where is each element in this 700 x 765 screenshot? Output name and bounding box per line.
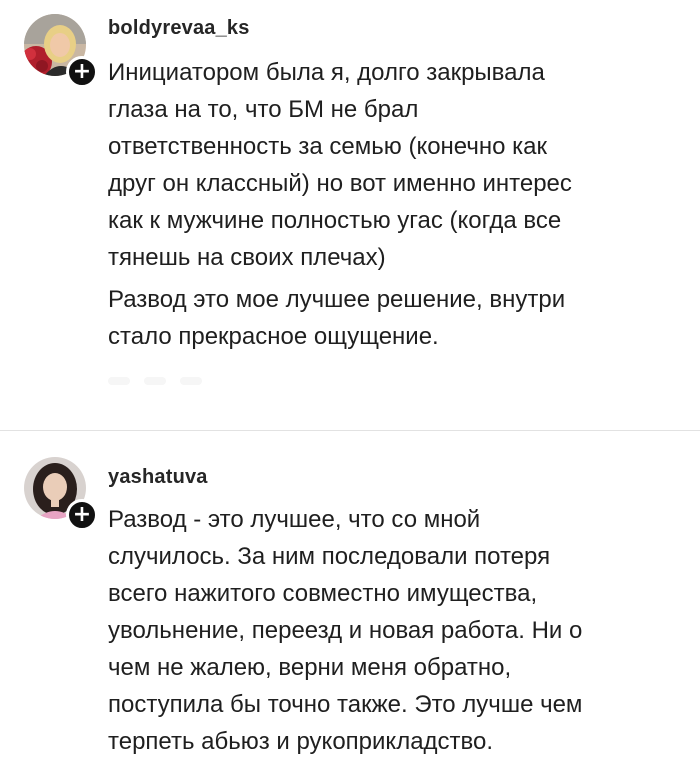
comment-body: Инициатором была я, долго закрывала глаз…	[108, 54, 688, 355]
follow-plus-icon[interactable]: +	[66, 56, 98, 88]
comment-line: случилось. За ним последовали потеря	[108, 543, 551, 570]
follow-plus-icon[interactable]: +	[66, 499, 98, 531]
comment-line: поступила бы точно также. Это лучше чем	[108, 691, 583, 718]
faint-action-mark	[180, 376, 202, 385]
comment-username[interactable]: yashatuva	[108, 466, 208, 489]
comment-item: + boldyrevaa_ks Инициатором была я, долг…	[0, 0, 700, 430]
comment-line: стало прекрасное ощущение.	[108, 323, 439, 350]
comment-actions-row	[108, 372, 308, 392]
comment-line: терпеть абьюз и рукоприкладство.	[108, 728, 494, 755]
avatar-container[interactable]: +	[24, 457, 98, 531]
comment-username[interactable]: boldyrevaa_ks	[108, 17, 250, 40]
comment-line: увольнение, переезд и новая работа. Ни о	[108, 617, 583, 644]
comment-line: чем не жалею, верни меня обратно,	[108, 654, 512, 681]
comment-line: Инициатором была я, долго закрывала	[108, 59, 545, 86]
comment-line: друг он классный) но вот именно интерес	[108, 170, 572, 197]
comment-line: всего нажитого совместно имущества,	[108, 580, 538, 607]
comment-line: Развод это мое лучшее решение, внутри	[108, 286, 566, 313]
comment-line: как к мужчине полностью угас (когда все	[108, 207, 562, 234]
faint-action-mark	[108, 376, 130, 385]
comment-item: + yashatuva Развод - это лучшее, что со …	[0, 431, 700, 765]
comment-line: ответственность за семью (конечно как	[108, 133, 548, 160]
avatar-container[interactable]: +	[24, 14, 98, 88]
comment-line: тянешь на своих плечах)	[108, 244, 386, 271]
comment-line: Развод - это лучшее, что со мной	[108, 506, 481, 533]
comment-line: глаза на то, что БМ не брал	[108, 96, 419, 123]
faint-action-mark	[144, 376, 166, 385]
comment-body: Развод - это лучшее, что со мной случило…	[108, 501, 688, 760]
